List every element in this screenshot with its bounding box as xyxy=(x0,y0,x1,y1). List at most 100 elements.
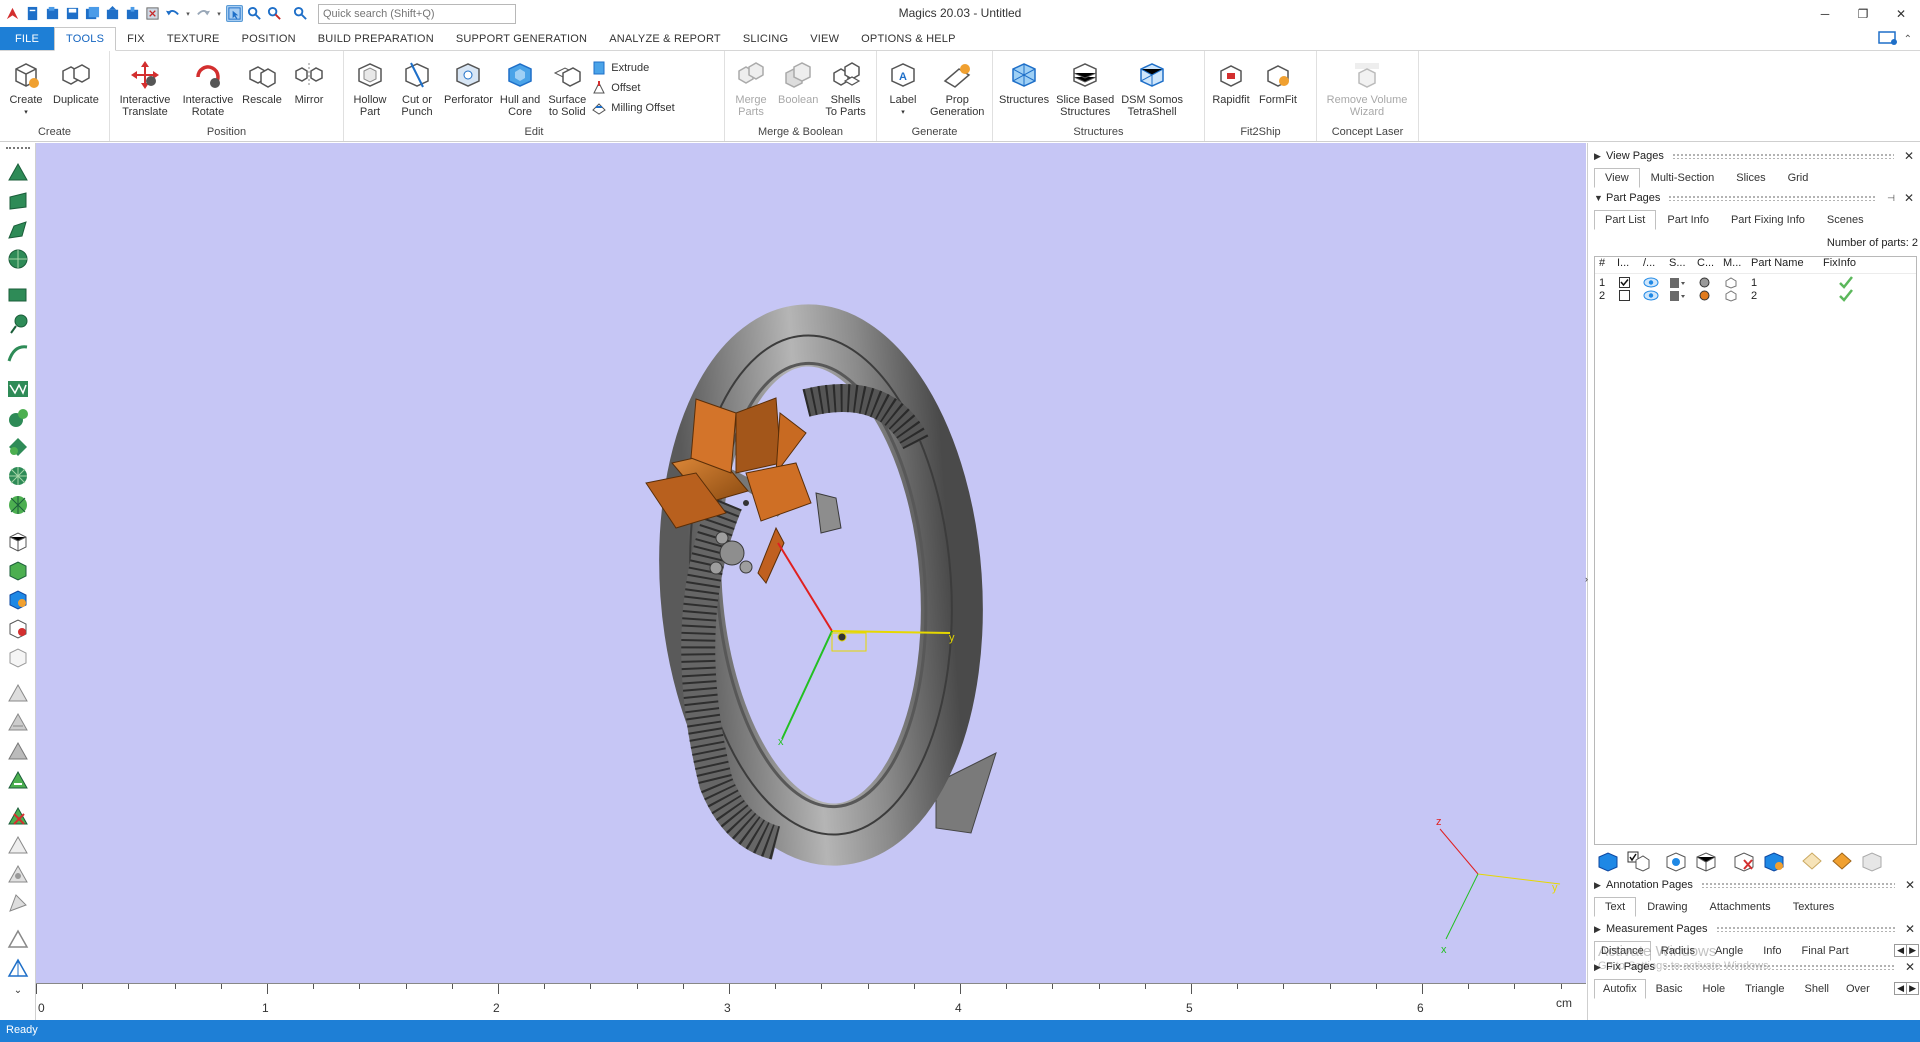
unmark-box-icon[interactable] xyxy=(5,644,31,670)
tab-drawing[interactable]: Drawing xyxy=(1636,897,1698,917)
shading-icon[interactable] xyxy=(1665,290,1693,302)
part-pages-header[interactable]: ▼ Part Pages ⊣ ✕ xyxy=(1588,188,1920,208)
mark-wire-icon[interactable] xyxy=(5,955,31,981)
tab-texture[interactable]: TEXTURE xyxy=(156,27,231,50)
tab-textures[interactable]: Textures xyxy=(1782,897,1846,917)
save-all-icon[interactable] xyxy=(84,5,101,22)
mark-surface-icon[interactable] xyxy=(5,217,31,243)
collapse-arrow-icon[interactable]: ▶ xyxy=(1594,880,1606,891)
tag-icon[interactable] xyxy=(1800,850,1824,875)
col-color[interactable]: C... xyxy=(1693,257,1719,273)
select-mode-icon[interactable] xyxy=(226,5,243,22)
scroll-right-icon[interactable]: ▶ xyxy=(1906,982,1919,995)
shrink-marking-icon[interactable] xyxy=(5,861,31,887)
tab-hole[interactable]: Hole xyxy=(1693,979,1736,999)
mark-edge-icon[interactable] xyxy=(5,926,31,952)
close-icon[interactable]: ✕ xyxy=(1902,191,1916,205)
mark-invert-icon[interactable] xyxy=(5,767,31,793)
mark-triangle-icon[interactable] xyxy=(5,159,31,185)
close-icon[interactable]: ✕ xyxy=(1903,922,1917,936)
panel-splitter[interactable]: › xyxy=(1585,574,1588,584)
tab-build-preparation[interactable]: BUILD PREPARATION xyxy=(307,27,445,50)
unmark-all-icon[interactable] xyxy=(5,803,31,829)
col-index[interactable]: # xyxy=(1595,257,1613,273)
collapse-arrow-icon[interactable]: ▶ xyxy=(1594,962,1606,973)
view-pages-header[interactable]: ▶ View Pages ✕ xyxy=(1588,146,1920,166)
mark-box-color-icon[interactable] xyxy=(5,586,31,612)
select-checkbox[interactable] xyxy=(1613,277,1639,288)
save-icon[interactable] xyxy=(64,5,81,22)
tab-part-list[interactable]: Part List xyxy=(1594,210,1657,230)
col-material[interactable]: M... xyxy=(1719,257,1747,273)
tab-tools[interactable]: TOOLS xyxy=(54,27,117,51)
scroll-left-icon[interactable]: ◀ xyxy=(1894,944,1907,957)
tab-analyze-report[interactable]: ANALYZE & REPORT xyxy=(598,27,732,50)
tab-file[interactable]: FILE xyxy=(0,27,55,50)
mark-contour-icon[interactable] xyxy=(5,405,31,431)
tab-shell[interactable]: Shell xyxy=(1795,979,1839,999)
tab-autofix[interactable]: Autofix xyxy=(1594,979,1646,999)
mark-plane-icon[interactable] xyxy=(5,188,31,214)
measurement-pages-header[interactable]: ▶ Measurement Pages ✕ xyxy=(1588,919,1920,939)
tag-grey-icon[interactable] xyxy=(1860,850,1884,875)
mark-box-icon[interactable] xyxy=(5,528,31,554)
tab-grid[interactable]: Grid xyxy=(1777,168,1820,188)
tab-options-help[interactable]: OPTIONS & HELP xyxy=(850,27,967,50)
open-file-icon[interactable] xyxy=(44,5,61,22)
mark-box-red-icon[interactable] xyxy=(5,615,31,641)
col-part-name[interactable]: Part Name xyxy=(1747,257,1819,273)
close-icon[interactable]: ✕ xyxy=(1902,149,1916,163)
ring-part-1[interactable] xyxy=(659,304,997,866)
shading-icon[interactable] xyxy=(1665,277,1693,289)
table-row[interactable]: 1 1 xyxy=(1595,276,1916,289)
smooth-marking-icon[interactable] xyxy=(5,890,31,916)
tab-view-page[interactable]: View xyxy=(1594,168,1640,188)
mark-shell-icon[interactable] xyxy=(5,246,31,272)
workspace-icon[interactable] xyxy=(1877,30,1898,49)
minimize-button[interactable]: ─ xyxy=(1806,0,1844,27)
offset-button[interactable]: Offset xyxy=(591,79,674,97)
remove-part-icon[interactable] xyxy=(1732,850,1756,875)
mark-curve-icon[interactable] xyxy=(5,340,31,366)
tab-multi-section[interactable]: Multi-Section xyxy=(1640,168,1726,188)
part-outline-icon[interactable] xyxy=(1694,850,1718,875)
milling-offset-button[interactable]: Milling Offset xyxy=(591,99,675,117)
mark-fan-icon[interactable] xyxy=(5,492,31,518)
load-part-icon[interactable] xyxy=(1596,850,1620,875)
tab-text[interactable]: Text xyxy=(1594,897,1637,917)
col-fixinfo[interactable]: FixInfo xyxy=(1819,257,1879,273)
tab-fix[interactable]: FIX xyxy=(116,27,156,50)
col-include[interactable]: I... xyxy=(1613,257,1639,273)
quick-search-input[interactable] xyxy=(318,3,516,24)
redo-icon[interactable] xyxy=(195,5,212,22)
tab-overlapping[interactable]: Over xyxy=(1839,979,1877,999)
table-row[interactable]: 2 2 xyxy=(1595,289,1916,302)
undo-dropdown-icon[interactable]: ▾ xyxy=(184,5,192,22)
zoom-icon[interactable] xyxy=(246,5,263,22)
tab-view[interactable]: VIEW xyxy=(799,27,850,50)
mark-box-green-icon[interactable] xyxy=(5,557,31,583)
close-icon[interactable]: ✕ xyxy=(1903,878,1917,892)
tab-scenes[interactable]: Scenes xyxy=(1816,210,1875,230)
mark-rectangle-icon[interactable] xyxy=(5,282,31,308)
tab-attachments[interactable]: Attachments xyxy=(1699,897,1782,917)
mark-wave-icon[interactable] xyxy=(5,376,31,402)
part-properties-icon[interactable] xyxy=(1762,850,1786,875)
undo-icon[interactable] xyxy=(164,5,181,22)
tag-color-icon[interactable] xyxy=(1830,850,1854,875)
maximize-button[interactable]: ❐ xyxy=(1844,0,1882,27)
zoom-window-icon[interactable] xyxy=(266,5,283,22)
fix-pages-header[interactable]: ▶ Fix Pages ✕ xyxy=(1588,957,1920,977)
tab-position[interactable]: POSITION xyxy=(231,27,307,50)
mark-connected-icon[interactable] xyxy=(5,434,31,460)
tab-part-info[interactable]: Part Info xyxy=(1656,210,1720,230)
close-icon[interactable]: ✕ xyxy=(1903,960,1917,974)
annotation-pages-header[interactable]: ▶ Annotation Pages ✕ xyxy=(1588,875,1920,895)
scroll-right-icon[interactable]: ▶ xyxy=(1906,944,1919,957)
select-checkbox[interactable] xyxy=(1613,290,1639,301)
unmark-surface-icon[interactable] xyxy=(5,738,31,764)
import-icon[interactable] xyxy=(104,5,121,22)
part-color-swatch[interactable] xyxy=(1693,290,1719,301)
tab-triangle[interactable]: Triangle xyxy=(1735,979,1794,999)
scroll-left-icon[interactable]: ◀ xyxy=(1894,982,1907,995)
